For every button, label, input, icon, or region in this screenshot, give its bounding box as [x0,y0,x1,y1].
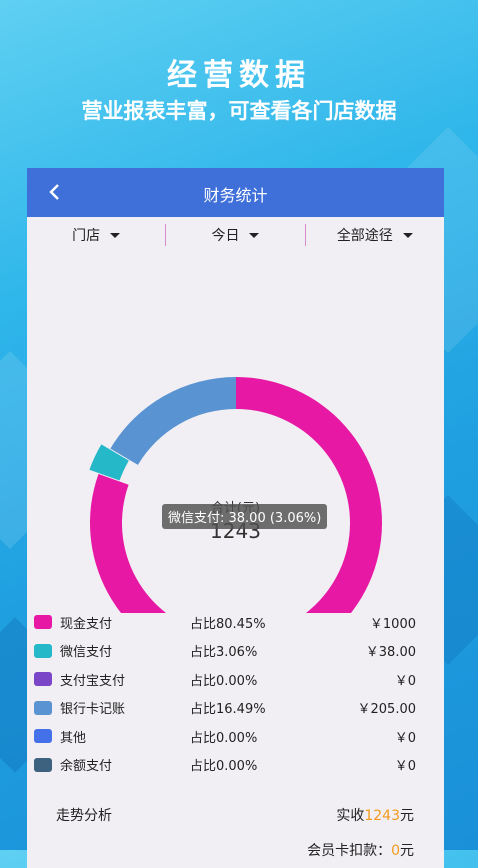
legend-amount: ￥205.00 [357,702,417,718]
legend-name: 银行卡记账 [60,702,126,718]
received-total: 实收1243元 [336,805,414,825]
legend-row[interactable]: 其他 占比0.00% ￥0 [27,722,444,751]
donut-slice[interactable] [110,377,236,465]
legend-percent: 占比16.49% [190,702,266,718]
promo-subtitle: 营业报表丰富，可查看各门店数据 [81,99,397,123]
legend-amount: ￥1000 [369,616,416,632]
legend-row[interactable]: 支付宝支付 占比0.00% ￥0 [27,665,444,694]
phone-screen: 财务统计 门店 今日 全部途径 合计(元) 1243 微信支付: 38.00 (… [27,168,444,868]
trend-row[interactable]: 走势分析 实收1243元 [27,800,444,830]
legend-percent: 占比3.06% [190,645,258,661]
caret-down-icon [110,232,121,238]
legend-swatch [34,643,52,658]
date-filter-label: 今日 [211,228,240,244]
legend-percent: 占比0.00% [190,730,258,746]
filter-bar: 门店 今日 全部途径 [27,217,444,253]
legend-percent: 占比80.45% [190,616,266,632]
legend-swatch [34,700,52,715]
caret-down-icon [249,232,260,238]
legend-percent: 占比0.00% [190,759,258,775]
legend-name: 余额支付 [60,759,113,775]
legend-swatch [34,615,52,630]
app-bar: 财务统计 [27,168,444,217]
channel-filter-label: 全部途径 [336,228,393,244]
member-value: 0 [391,843,400,859]
legend-row[interactable]: 现金支付 占比80.45% ￥1000 [27,608,444,637]
legend-amount: ￥38.00 [365,645,416,661]
received-value: 1243 [364,808,400,824]
donut-chart-area: 合计(元) 1243 微信支付: 38.00 (3.06%) [27,253,444,613]
legend-swatch [34,729,52,744]
member-suffix: 元 [400,843,414,859]
legend-name: 现金支付 [60,616,113,632]
trend-analysis-link[interactable]: 走势分析 [56,805,112,825]
payment-legend: 现金支付 占比80.45% ￥1000 微信支付 占比3.06% ￥38.00 支付宝支付占… [27,608,444,779]
caret-down-icon [402,232,413,238]
promo-title: 经营数据 [167,58,311,93]
legend-name: 支付宝支付 [60,673,126,689]
date-filter-dropdown[interactable]: 今日 [166,225,304,245]
page-title: 财务统计 [203,186,268,205]
legend-amount: ￥0 [394,673,416,689]
member-label: 会员卡扣款： [307,843,392,859]
legend-row[interactable]: 余额支付 占比0.00% ￥0 [27,751,444,780]
legend-name: 其他 [60,730,87,746]
legend-amount: ￥0 [394,730,416,746]
member-card-deduction: 会员卡扣款：0元 [307,840,414,860]
received-suffix: 元 [400,808,414,824]
chart-tooltip: 微信支付: 38.00 (3.06%) [162,504,328,529]
received-prefix: 实收 [336,808,365,824]
legend-row[interactable]: 微信支付 占比3.06% ￥38.00 [27,637,444,666]
donut-slice[interactable] [90,377,382,613]
channel-filter-dropdown[interactable]: 全部途径 [306,225,444,245]
store-filter-dropdown[interactable]: 门店 [27,225,165,245]
legend-name: 微信支付 [60,645,113,661]
store-filter-label: 门店 [72,228,101,244]
legend-swatch [34,672,52,687]
donut-chart[interactable] [27,253,444,613]
legend-row[interactable]: 银行卡记账 占比16.49% ￥205.00 [27,694,444,723]
legend-swatch [34,757,52,772]
legend-amount: ￥0 [394,759,416,775]
legend-percent: 占比0.00% [190,673,258,689]
